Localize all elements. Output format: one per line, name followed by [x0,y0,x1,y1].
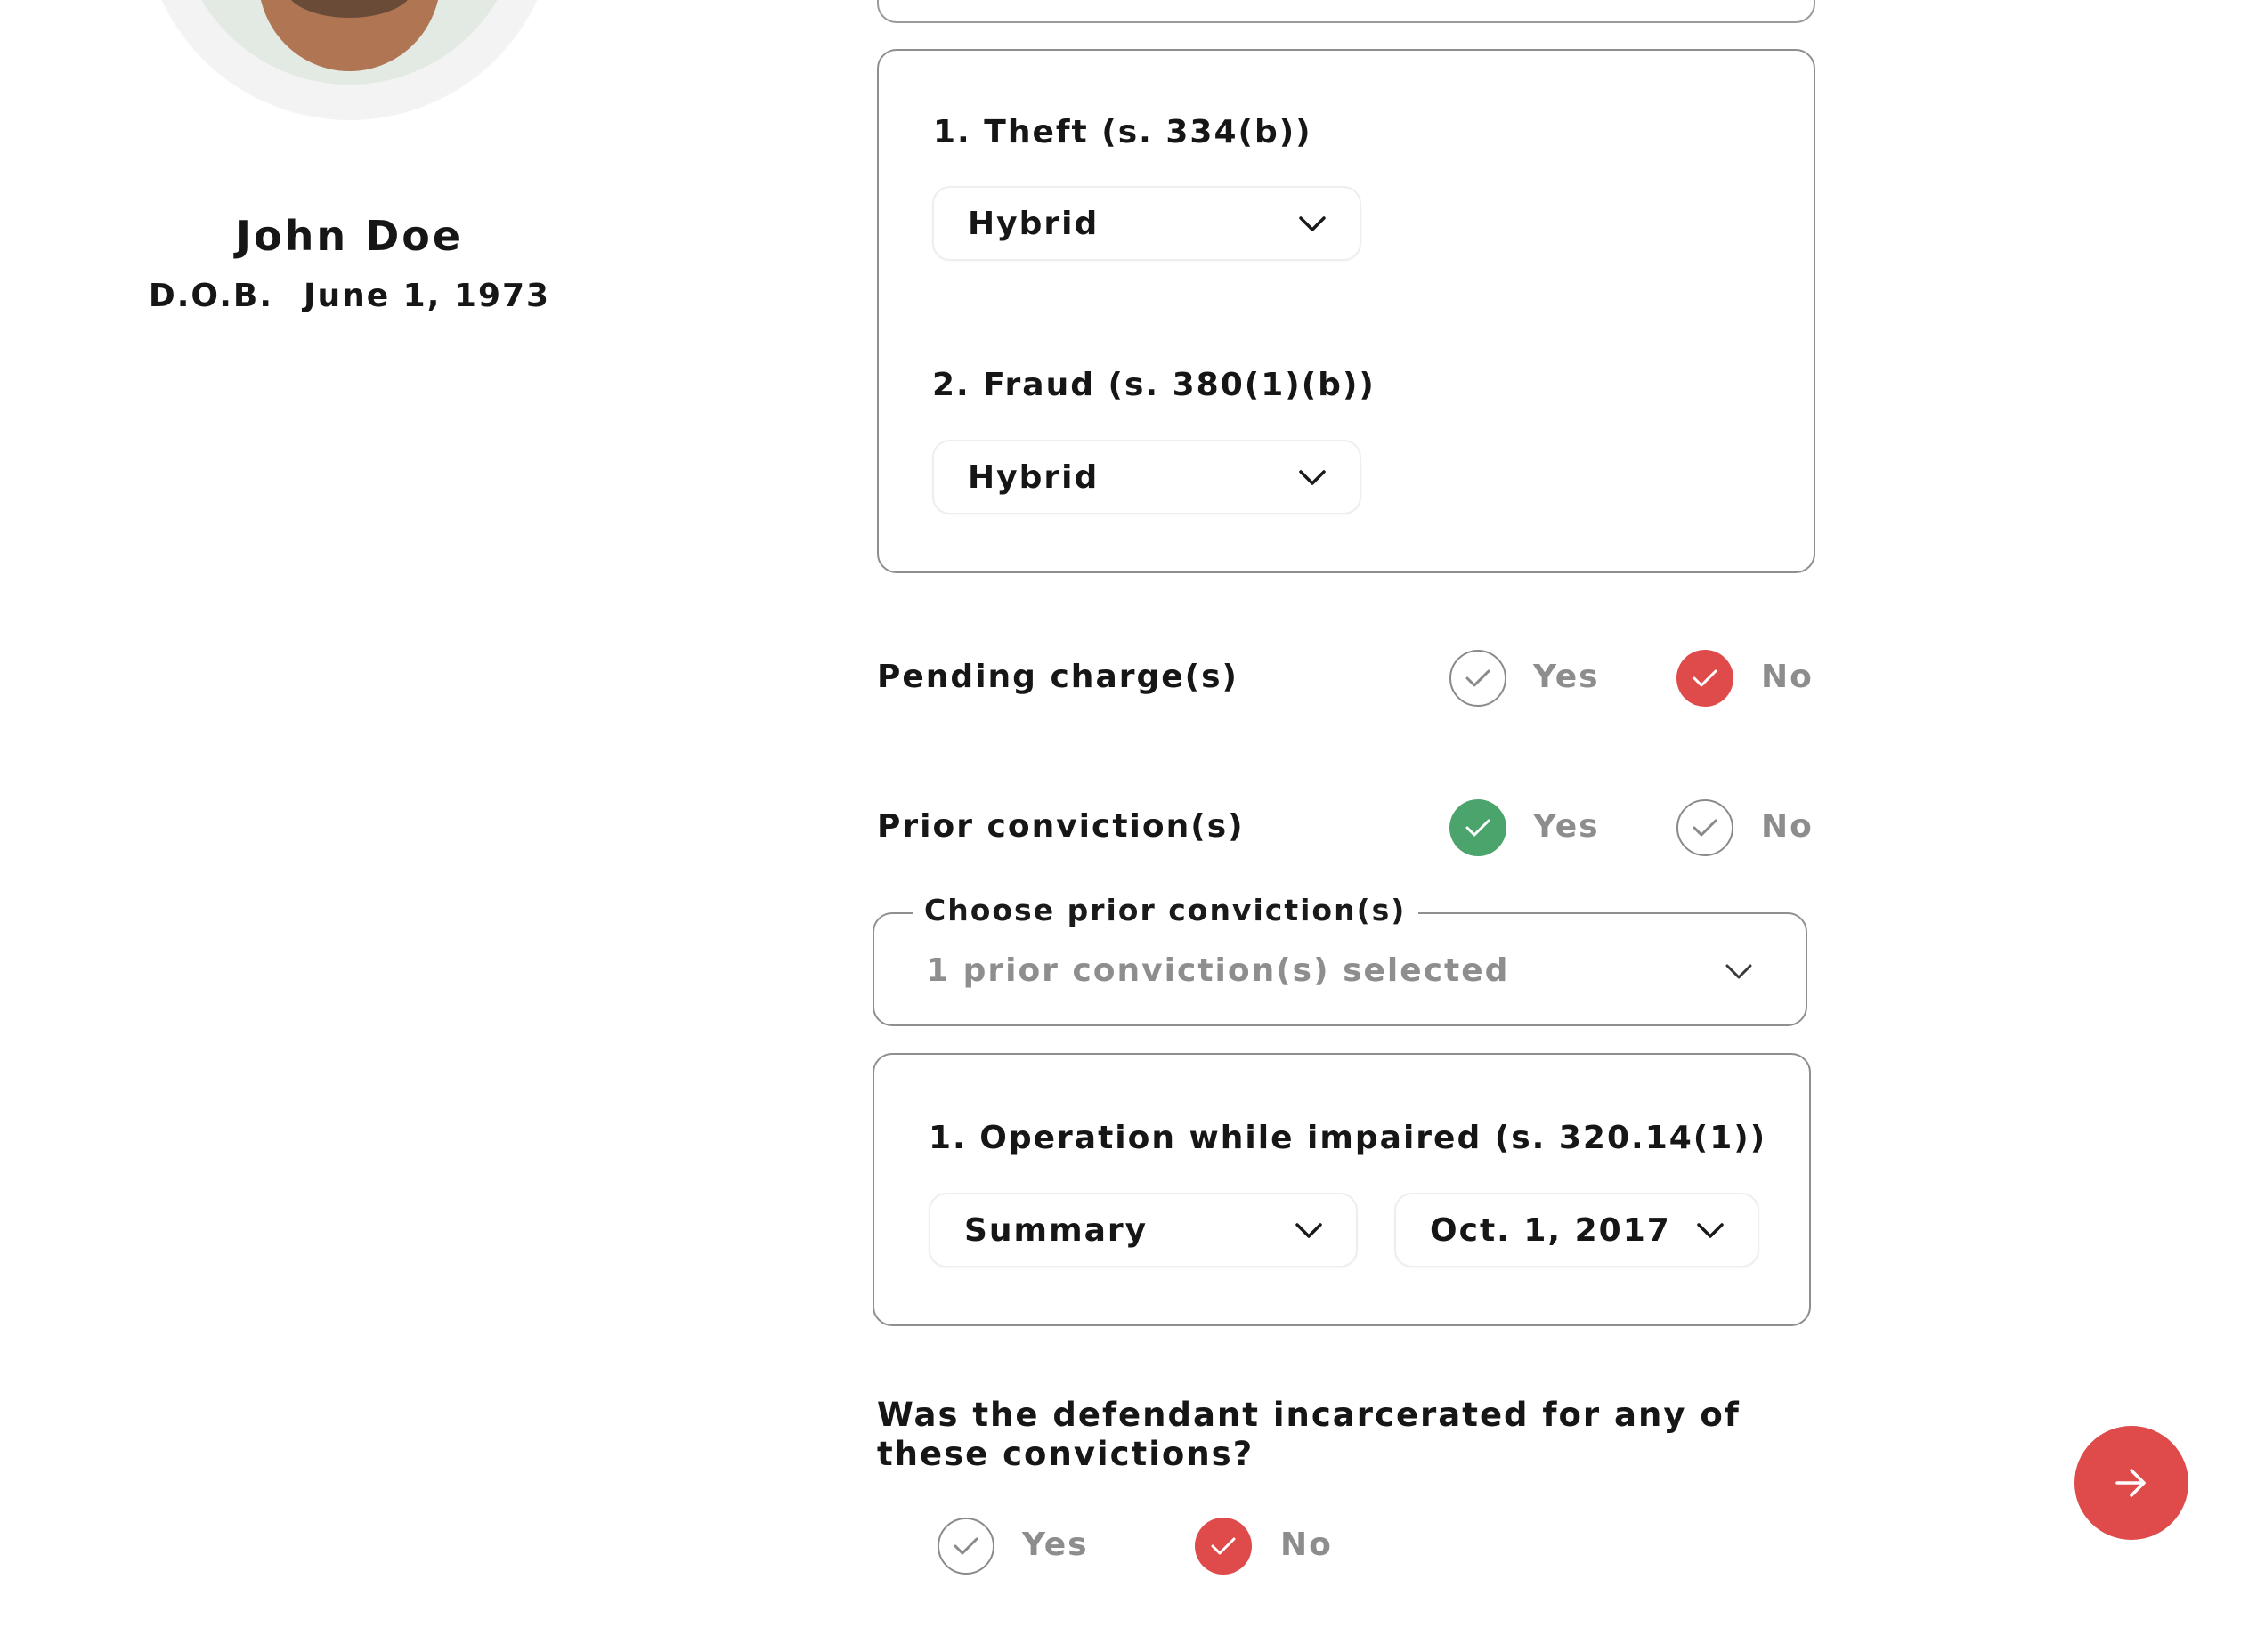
prior-conviction-date-value: Oct. 1, 2017 [1430,1211,1671,1249]
arrow-right-icon [2115,1469,2146,1497]
chevron-down-icon [1299,216,1326,243]
avatar [142,0,556,120]
dob-label: D.O.B. [148,278,274,314]
chevron-down-icon [1299,470,1326,497]
check-icon [1465,669,1490,687]
incarcerated-no-radio[interactable] [1195,1518,1252,1575]
incarceration-question: Was the defendant incarcerated for any o… [877,1396,1741,1473]
check-icon [954,1537,978,1555]
chevron-down-icon [1725,964,1752,991]
incarcerated-no-label[interactable]: No [1280,1526,1333,1563]
prior-convictions-legend: Choose prior conviction(s) [913,893,1419,927]
charge-type-select[interactable]: Hybrid [932,440,1361,514]
prior-convictions-yes-radio[interactable] [1449,799,1506,856]
prior-conviction-title: 1. Operation while impaired (s. 320.14(1… [929,1120,1767,1156]
charge-type-select[interactable]: Hybrid [932,186,1361,261]
charge-title: 1. Theft (s. 334(b)) [933,114,1312,150]
next-button[interactable] [2074,1426,2188,1540]
pending-charges-no-label[interactable]: No [1761,659,1814,695]
previous-card-edge [877,0,1815,23]
pending-charges-yes-label[interactable]: Yes [1533,659,1600,695]
prior-conviction-date-select[interactable]: Oct. 1, 2017 [1394,1193,1759,1267]
check-icon [1465,819,1490,837]
pending-charges-no-radio[interactable] [1676,650,1733,707]
prior-convictions-selected-value: 1 prior conviction(s) selected [926,952,1510,989]
check-icon [1693,669,1717,687]
check-icon [1211,1537,1236,1555]
pending-charges-yes-radio[interactable] [1449,650,1506,707]
incarcerated-yes-radio[interactable] [938,1518,994,1575]
prior-convictions-no-label[interactable]: No [1761,808,1814,845]
incarcerated-yes-label[interactable]: Yes [1022,1526,1089,1563]
check-icon [1693,819,1717,837]
chevron-down-icon [1295,1223,1322,1250]
defendant-dob: D.O.B. June 1, 1973 [0,278,699,314]
charge-type-value: Hybrid [968,458,1100,496]
dob-value: June 1, 1973 [304,278,551,314]
prior-conviction-type-value: Summary [964,1211,1149,1249]
chevron-down-icon [1697,1223,1724,1250]
pending-charges-label: Pending charge(s) [877,659,1239,695]
charge-title: 2. Fraud (s. 380(1)(b)) [932,367,1376,403]
prior-convictions-yes-label[interactable]: Yes [1533,808,1600,845]
prior-convictions-no-radio[interactable] [1676,799,1733,856]
defendant-name: John Doe [235,212,464,260]
prior-conviction-type-select[interactable]: Summary [929,1193,1358,1267]
prior-conviction-card [873,1053,1811,1326]
charge-type-value: Hybrid [968,205,1100,242]
prior-convictions-label: Prior conviction(s) [877,808,1245,845]
